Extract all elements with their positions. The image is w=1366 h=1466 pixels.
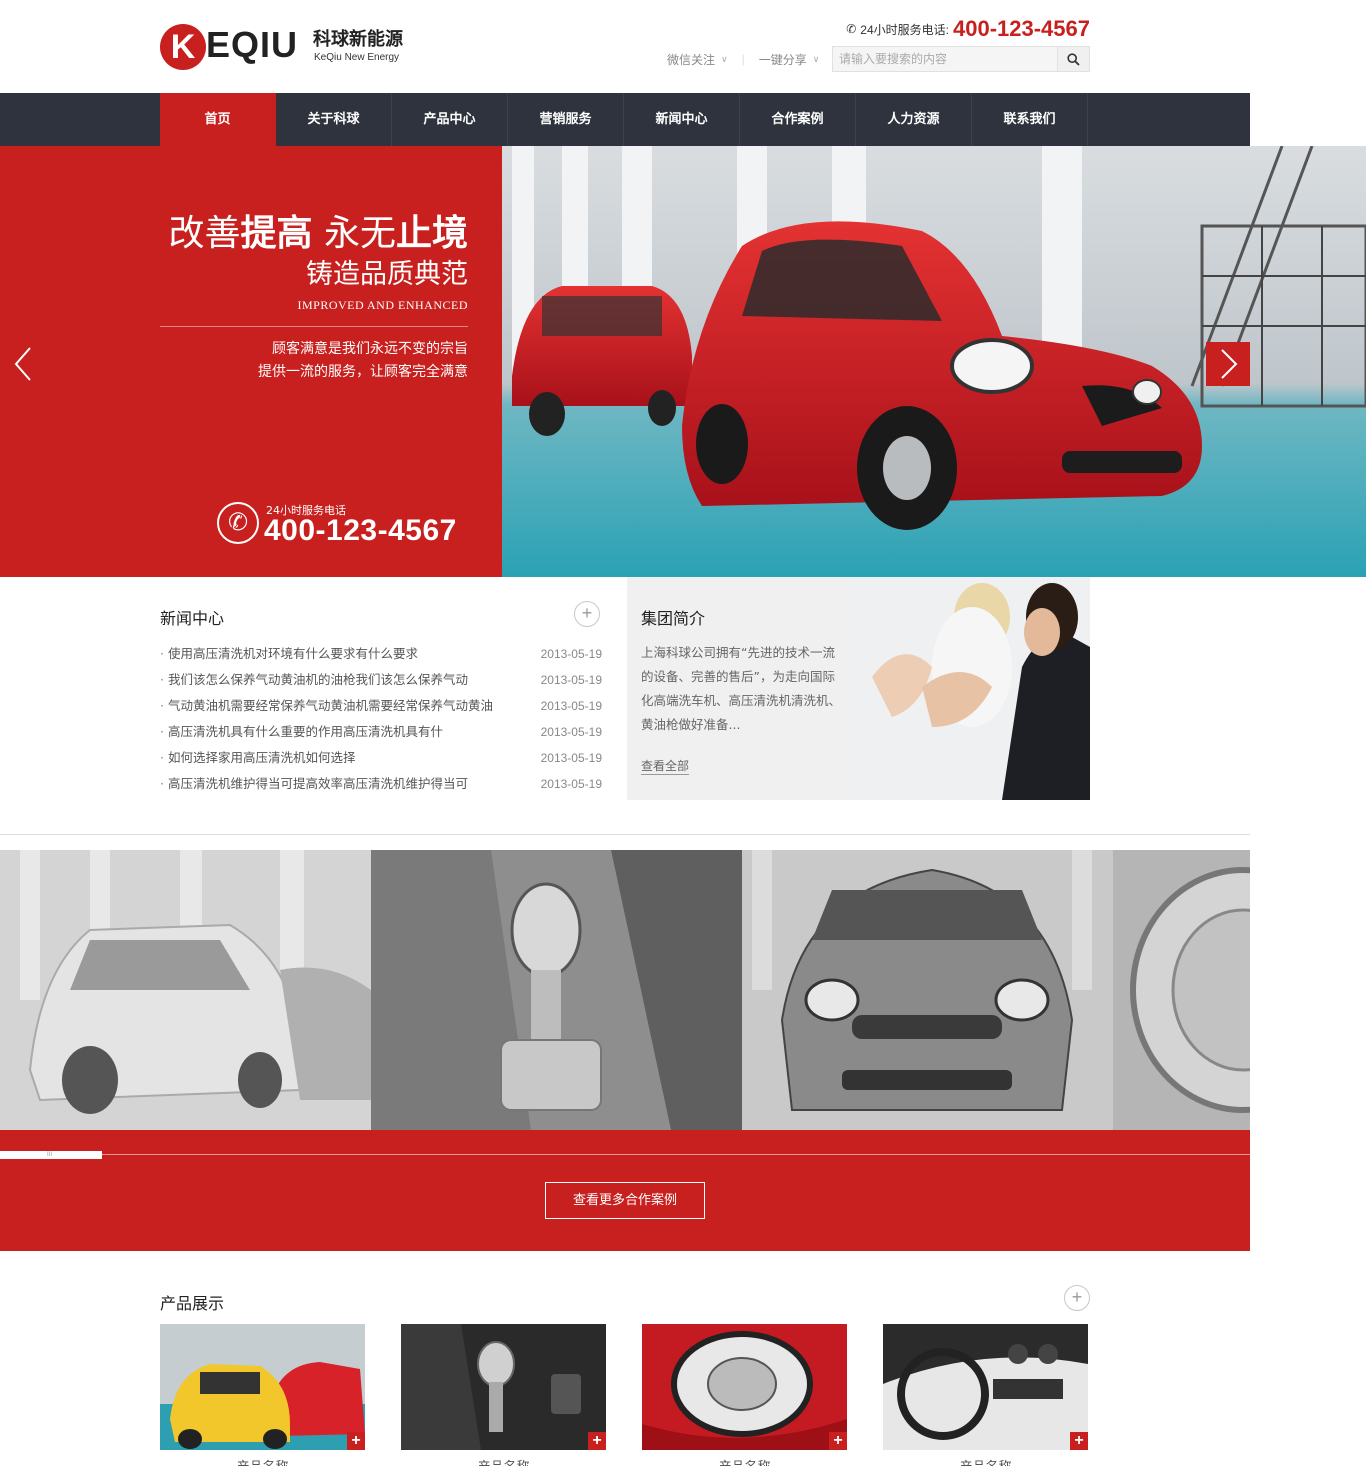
banner-red-panel: 改善提高 永无止境 铸造品质典范 IMPROVED AND ENHANCED 顾… (0, 146, 502, 577)
banner-hotline-number: 400-123-4567 (264, 514, 457, 547)
tools-divider: | (741, 52, 745, 66)
section-divider (0, 834, 1250, 835)
news-item[interactable]: 如何选择家用高压清洗机如何选择2013-05-19 (160, 745, 602, 771)
banner-slogan-2: 铸造品质典范 (306, 259, 468, 290)
product-name[interactable]: 产品名称 (883, 1456, 1088, 1466)
chevron-down-icon: ∨ (812, 53, 820, 64)
nav-item-hr[interactable]: 人力资源 (856, 93, 972, 146)
wechat-follow-dropdown[interactable]: 微信关注 ∨ (667, 51, 728, 68)
product-card[interactable]: + (401, 1324, 606, 1450)
search-box (832, 46, 1090, 72)
nav-item-home[interactable]: 首页 (160, 93, 276, 146)
main-nav: 首页 关于科球 产品中心 营销服务 新闻中心 合作案例 人力资源 联系我们 (0, 93, 1250, 146)
banner-divider (160, 326, 468, 327)
product-name[interactable]: 产品名称 (160, 1456, 365, 1466)
chevron-down-icon: ∨ (721, 53, 728, 64)
search-button[interactable] (1057, 47, 1089, 71)
news-item[interactable]: 我们该怎么保养气动黄油机的油枪我们该怎么保养气动2013-05-19 (160, 667, 602, 693)
hotline-number: 400-123-4567 (952, 16, 1090, 41)
arrow-right-icon (1221, 349, 1238, 379)
hotline-label: 24小时服务电话: (860, 22, 949, 37)
product-photo-dashboard (883, 1324, 1088, 1450)
banner-hotline: ✆ 24小时服务电话 400-123-4567 (217, 500, 477, 548)
news-list: 使用高压清洗机对环境有什么要求有什么要求2013-05-19 我们该怎么保养气动… (160, 641, 602, 797)
nav-item-cases[interactable]: 合作案例 (740, 93, 856, 146)
nav-item-contact[interactable]: 联系我们 (972, 93, 1088, 146)
carousel-scroll-track (0, 1154, 1250, 1155)
news-item[interactable]: 使用高压清洗机对环境有什么要求有什么要求2013-05-19 (160, 641, 602, 667)
news-item[interactable]: 气动黄油机需要经常保养气动黄油机需要经常保养气动黄油2013-05-19 (160, 693, 602, 719)
news-item[interactable]: 高压清洗机具有什么重要的作用高压清洗机具有什2013-05-19 (160, 719, 602, 745)
case-photo-gear-shift[interactable] (371, 850, 742, 1130)
logo-k-badge: K (160, 24, 206, 70)
cases-carousel (0, 850, 1250, 1130)
products-section-title: 产品展示 (160, 1294, 225, 1313)
about-section-title: 集团简介 (641, 609, 706, 628)
plus-circle-icon[interactable]: + (574, 601, 600, 627)
banner-slogan: 改善提高 永无止境 (168, 213, 469, 254)
case-photo-car-front[interactable] (742, 850, 1113, 1130)
logo-english-name: KeQiu New Energy (314, 52, 400, 63)
search-icon (1067, 52, 1080, 66)
plus-icon: + (1070, 1432, 1088, 1450)
product-photo-yellow-car (160, 1324, 365, 1450)
nav-item-products[interactable]: 产品中心 (392, 93, 508, 146)
product-photo-headlight (642, 1324, 847, 1450)
case-photo-headlight[interactable] (1113, 850, 1250, 1130)
share-label: 一键分享 (758, 52, 807, 67)
plus-icon: + (347, 1432, 365, 1450)
plus-icon: + (588, 1432, 606, 1450)
phone-icon: ✆ (217, 502, 259, 544)
arrow-left-icon[interactable] (8, 344, 38, 384)
about-photo-business-people (852, 577, 1090, 800)
product-name[interactable]: 产品名称 (401, 1456, 606, 1466)
logo-chinese-name: 科球新能源 (313, 29, 403, 50)
product-card[interactable]: + (160, 1324, 365, 1450)
more-cases-button[interactable]: 查看更多合作案例 (545, 1182, 705, 1219)
header-tools: 微信关注 ∨ | 一键分享 ∨ (667, 46, 819, 72)
plus-circle-icon[interactable]: + (1064, 1285, 1090, 1311)
nav-item-about[interactable]: 关于科球 (276, 93, 392, 146)
phone-icon: ✆ (846, 22, 857, 36)
news-item[interactable]: 高压清洗机维护得当可提高效率高压清洗机维护得当可2013-05-19 (160, 771, 602, 797)
logo-wordmark: EQIU (206, 24, 299, 65)
hero-banner: 改善提高 永无止境 铸造品质典范 IMPROVED AND ENHANCED 顾… (0, 146, 1366, 577)
products-section: 产品展示 + + + + + (160, 1280, 1090, 1466)
search-input[interactable] (833, 47, 1059, 71)
product-name[interactable]: 产品名称 (642, 1456, 847, 1466)
header: K EQIU 科球新能源 KeQiu New Energy ✆ 24小时服务电话… (0, 0, 1366, 93)
about-more-underline (641, 774, 689, 775)
carousel-scroll-thumb[interactable]: III (0, 1151, 102, 1159)
nav-item-news[interactable]: 新闻中心 (624, 93, 740, 146)
product-photo-gear-shift (401, 1324, 606, 1450)
nav-item-marketing[interactable]: 营销服务 (508, 93, 624, 146)
banner-subtext: 顾客满意是我们永远不变的宗旨 提供一流的服务，让顾客完全满意 (258, 341, 468, 380)
logo[interactable]: K EQIU 科球新能源 KeQiu New Energy (160, 24, 410, 70)
news-section-title: 新闻中心 (160, 609, 225, 628)
share-dropdown[interactable]: 一键分享 ∨ (759, 51, 820, 68)
about-text: 上海科球公司拥有“先进的技术一流的设备、完善的售后”，为走向国际化高端洗车机、高… (641, 645, 842, 732)
wechat-label: 微信关注 (667, 52, 716, 67)
product-card[interactable]: + (883, 1324, 1088, 1450)
plus-icon: + (829, 1432, 847, 1450)
cases-red-band: III 查看更多合作案例 (0, 1130, 1250, 1251)
about-section: 集团简介 上海科球公司拥有“先进的技术一流的设备、完善的售后”，为走向国际化高端… (627, 577, 852, 800)
header-hotline: ✆ 24小时服务电话: 400-123-4567 (846, 16, 1090, 42)
product-card[interactable]: + (642, 1324, 847, 1450)
case-photo-white-car[interactable] (0, 850, 371, 1130)
news-section: 新闻中心 + 使用高压清洗机对环境有什么要求有什么要求2013-05-19 我们… (160, 577, 602, 800)
banner-slogan-english: IMPROVED AND ENHANCED (297, 298, 468, 312)
arrow-right-button[interactable] (1206, 342, 1250, 386)
about-more-link[interactable]: 查看全部 (641, 757, 689, 774)
